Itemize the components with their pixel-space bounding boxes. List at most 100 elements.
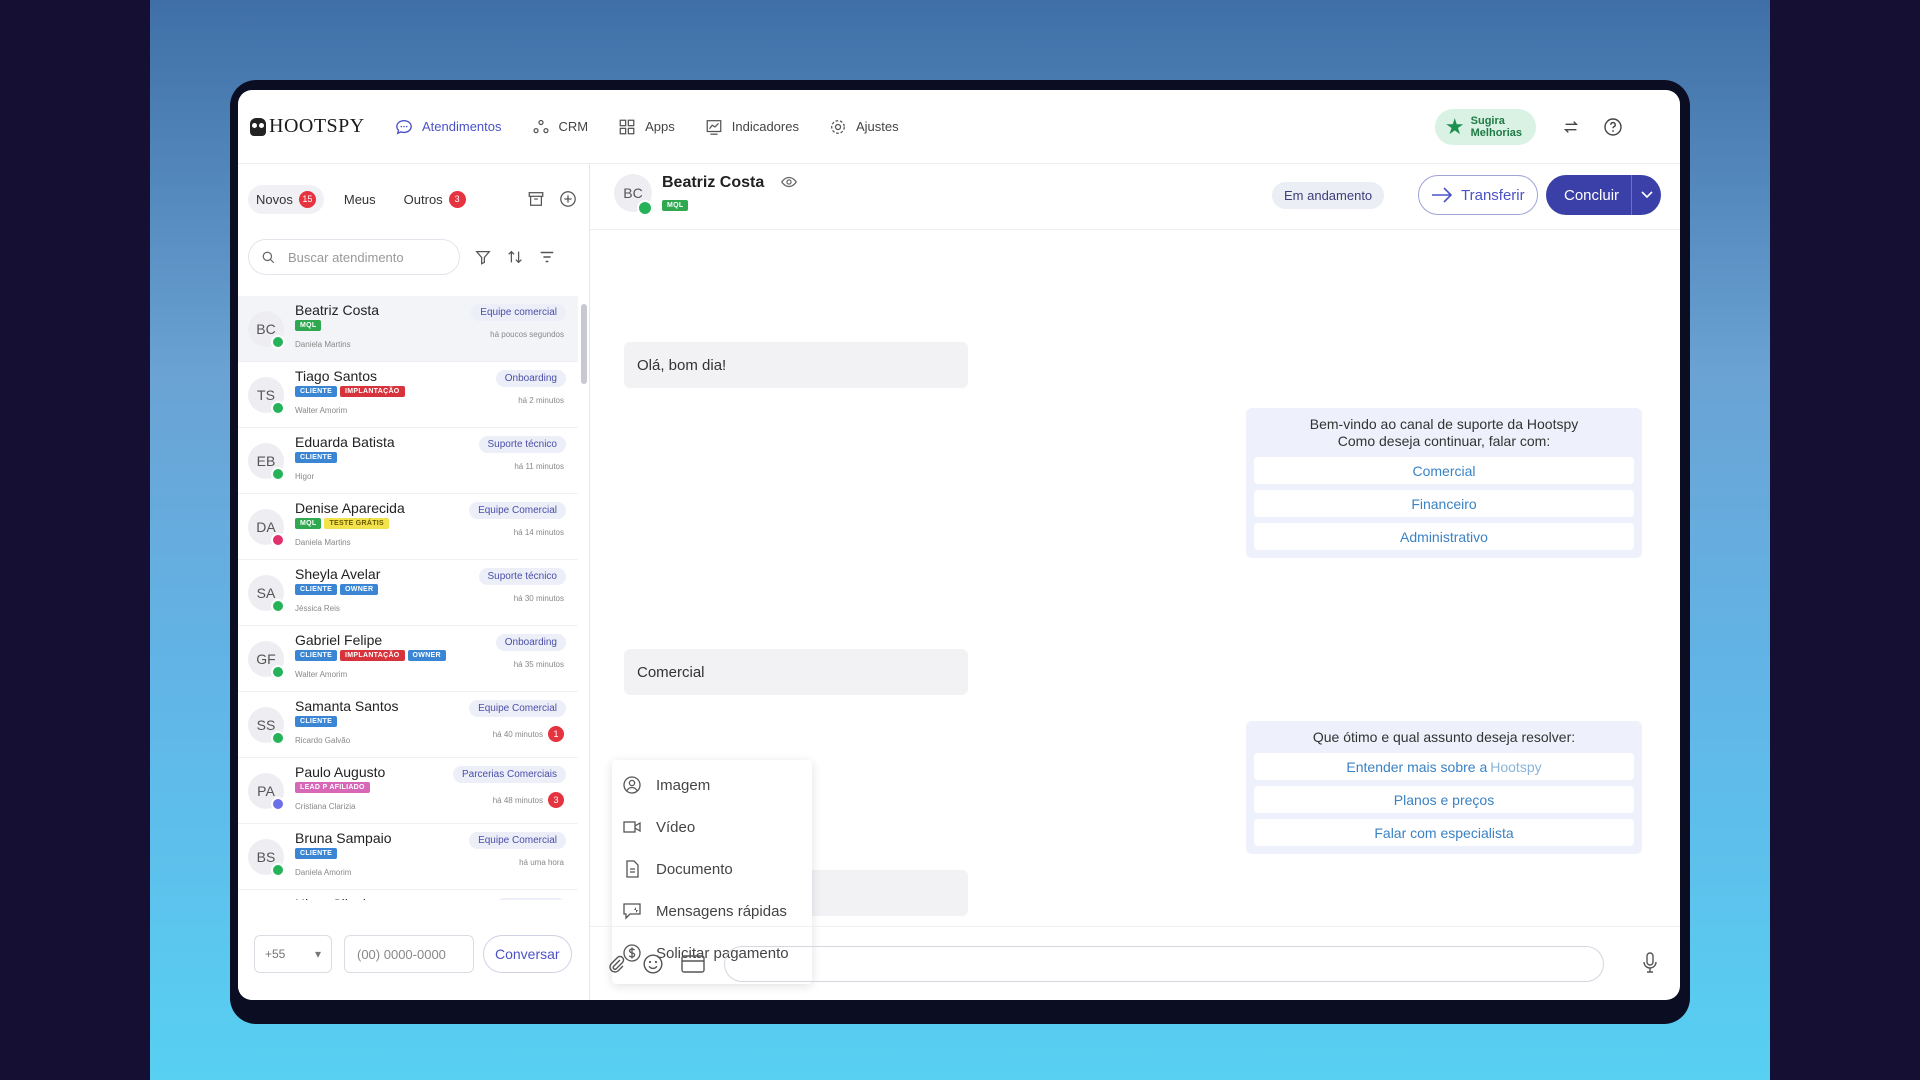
team-badge: Equipe Comercial (469, 502, 566, 519)
phone-placeholder: (00) 0000-0000 (357, 946, 446, 962)
status-badge: Em andamento (1272, 182, 1385, 209)
bot-option-entender[interactable]: Entender mais sobre a Hootspy (1254, 753, 1634, 780)
bot-option-planos[interactable]: Planos e preços (1254, 786, 1634, 813)
switch-arrows-icon[interactable] (1560, 116, 1582, 138)
conversation-item[interactable]: SA Sheyla Avelar CLIENTE OWNER Jéssica Reis S… (238, 560, 578, 626)
contact-name[interactable]: Beatriz Costa (662, 174, 764, 192)
contact-tags: CLIENTE (295, 848, 340, 859)
conversation-scrollbar[interactable] (581, 296, 587, 900)
conclude-button[interactable]: Concluir (1546, 175, 1662, 215)
message-input[interactable] (724, 945, 1604, 982)
timestamp: há 2 minutos (518, 396, 564, 405)
tab-outros[interactable]: Outros 3 (396, 185, 474, 214)
tag-badge: MQL (295, 518, 322, 529)
card-icon[interactable] (680, 953, 706, 975)
conversation-item[interactable]: GF Gabriel Felipe CLIENTE IMPLANTAÇÃO OWNER W… (238, 626, 578, 692)
conversation-item[interactable]: PA Paulo Augusto LEAD P AFILIADO Cristiana … (238, 758, 578, 824)
quick-messages-icon (623, 903, 641, 920)
tag-badge: MQL (295, 320, 322, 331)
bot-option-financeiro[interactable]: Financeiro (1254, 490, 1634, 517)
contact-name: Beatriz Costa (295, 302, 380, 318)
add-conversation-icon[interactable] (559, 190, 577, 208)
option-brand: Hootspy (1490, 758, 1542, 775)
tab-meus[interactable]: Meus (336, 186, 384, 213)
contact-name: Tiago Santos (295, 368, 377, 384)
whatsapp-icon (271, 335, 285, 349)
nav-apps[interactable]: Apps (618, 118, 675, 136)
incoming-message: Olá, bom dia! (624, 342, 968, 388)
conversation-item[interactable]: GFHigor SilveiraCLIENTEIMPLANTAÇÃOOWNERW… (238, 890, 578, 900)
conversation-item[interactable]: BS Bruna Sampaio CLIENTE Daniela Amorim Equi… (238, 824, 578, 890)
nav-label: Atendimentos (422, 119, 502, 134)
start-conversation-bar: +55 ▾ (00) 0000-0000 Conversar (238, 908, 590, 1000)
paperclip-icon[interactable] (606, 954, 626, 974)
menu-item-image[interactable]: Imagem (612, 764, 812, 806)
option-text: Entender mais sobre a (1346, 758, 1488, 775)
menu-item-label: Vídeo (656, 818, 696, 836)
contact-tags: LEAD P AFILIADO (295, 782, 373, 793)
nav-atendimentos[interactable]: Atendimentos (395, 118, 502, 136)
tag-badge: OWNER (407, 650, 446, 661)
assigned-agent: Walter Amorim (295, 670, 348, 679)
tab-novos[interactable]: Novos 15 (248, 184, 324, 214)
menu-item-video[interactable]: Vídeo (612, 806, 812, 848)
conversation-item[interactable]: BC Beatriz Costa MQL Daniela Martins Equipe … (238, 296, 578, 362)
microphone-icon[interactable] (1640, 951, 1660, 975)
search-row: Buscar atendimento (238, 234, 589, 280)
nav-crm[interactable]: CRM (532, 118, 588, 136)
conclude-label: Concluir (1564, 186, 1620, 204)
phone-input[interactable]: (00) 0000-0000 (344, 935, 474, 973)
help-icon[interactable] (1602, 116, 1624, 138)
suggest-line-1: Sugira (1470, 115, 1505, 127)
conversation-item[interactable]: DA Denise Aparecida MQL TESTE GRÁTIS Daniela… (238, 494, 578, 560)
timestamp: há 40 minutos (492, 729, 543, 739)
assigned-agent: Daniela Martins (295, 538, 351, 547)
timestamp-group: há 35 minutos (514, 660, 564, 669)
conversation-item[interactable]: EB Eduarda Batista CLIENTE Higor Suporte téc… (238, 428, 578, 494)
tag-badge: CLIENTE (295, 452, 338, 463)
country-code-select[interactable]: +55 ▾ (254, 935, 332, 973)
contact-name: Higor Silveira (295, 896, 378, 900)
archive-icon[interactable] (527, 190, 545, 208)
suggest-improvements-button[interactable]: ★ Sugira Melhorias (1434, 109, 1536, 145)
conversation-panel: Novos 15 Meus Outros 3 Buscar atendiment… (238, 164, 590, 1000)
tag-badge: CLIENTE (295, 716, 338, 727)
assigned-agent: Jéssica Reis (295, 604, 340, 613)
owl-logo-icon (250, 117, 266, 136)
tag-mql: MQL (662, 200, 689, 211)
timestamp: há 48 minutos (492, 795, 543, 805)
team-badge: Equipe Comercial (469, 700, 566, 717)
bot-line: Como deseja continuar, falar com: (1337, 433, 1551, 449)
start-chat-button[interactable]: Conversar (483, 935, 572, 973)
image-icon (623, 776, 641, 794)
menu-item-document[interactable]: Documento (612, 848, 812, 890)
logo[interactable]: HOOTSPY (250, 115, 365, 138)
conversation-item[interactable]: SS Samanta Santos CLIENTE Ricardo Galvão Equ… (238, 692, 578, 758)
filter-icon[interactable] (474, 248, 492, 266)
nav-ajustes[interactable]: Ajustes (829, 118, 899, 136)
bot-option-comercial[interactable]: Comercial (1254, 457, 1634, 484)
emoji-icon[interactable] (642, 953, 664, 975)
transfer-button[interactable]: Transferir (1418, 175, 1538, 215)
tab-label: Outros (403, 191, 443, 207)
team-badge: Onboarding (495, 898, 566, 900)
contact-name: Paulo Augusto (295, 764, 386, 780)
contact-tags: CLIENTE (295, 452, 340, 463)
nav-indicadores[interactable]: Indicadores (705, 118, 799, 136)
list-filter-icon[interactable] (538, 248, 556, 266)
sort-icon[interactable] (506, 248, 524, 266)
search-input[interactable]: Buscar atendimento (248, 239, 460, 275)
whatsapp-icon (271, 599, 285, 613)
nav-right-group: ★ Sugira Melhorias (1434, 90, 1680, 164)
bot-option-administrativo[interactable]: Administrativo (1254, 523, 1634, 550)
nav-label: Apps (645, 119, 675, 134)
message-text: Comercial (637, 663, 705, 681)
tab-count-badge: 3 (448, 190, 466, 208)
eye-icon[interactable] (780, 173, 798, 196)
conversation-item[interactable]: TS Tiago Santos CLIENTE IMPLANTAÇÃO Walter A… (238, 362, 578, 428)
bot-option-especialista[interactable]: Falar com especialista (1254, 819, 1634, 846)
timestamp-group: há 14 minutos (514, 528, 564, 537)
chevron-down-icon[interactable] (1631, 175, 1661, 215)
contact-tags: CLIENTE IMPLANTAÇÃO (295, 386, 408, 397)
timestamp: há 35 minutos (513, 660, 564, 669)
